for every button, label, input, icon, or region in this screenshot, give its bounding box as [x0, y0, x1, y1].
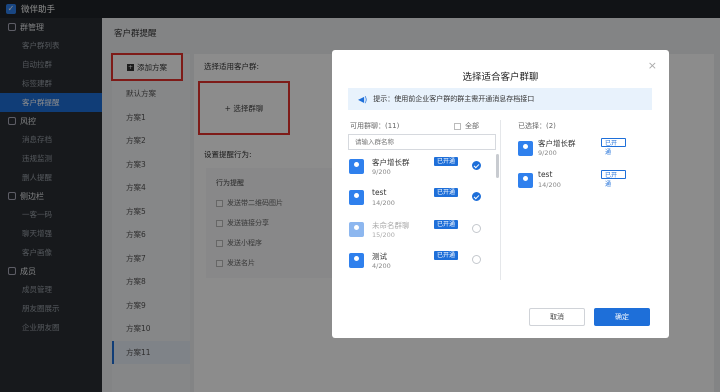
selected-count: 已选择：(2) — [518, 122, 556, 130]
check-icon[interactable] — [472, 161, 481, 170]
select-all-checkbox[interactable]: 全部 — [454, 121, 479, 131]
cancel-button[interactable]: 取消 — [529, 308, 585, 326]
modal-title: 选择适合客户群聊 — [462, 72, 539, 83]
radio-icon[interactable] — [472, 255, 481, 264]
tip-banner: ◀) 提示：使用前企业客户群的群主需开通消息存档接口 — [348, 88, 652, 110]
selected-group-item: test 14/200 已开通 — [516, 168, 626, 196]
select-groups-modal: 选择适合客户群聊 × ◀) 提示：使用前企业客户群的群主需开通消息存档接口 可用… — [332, 50, 669, 338]
status-badge: 已开通 — [434, 188, 459, 197]
status-badge: 已开通 — [434, 220, 459, 229]
available-count: 可用群聊：(11) — [350, 122, 400, 130]
divider — [500, 120, 501, 280]
group-avatar — [349, 222, 364, 237]
group-avatar — [518, 141, 533, 156]
group-list-item[interactable]: 未命名群聊 15/200 已开通 — [348, 217, 493, 245]
radio-icon[interactable] — [472, 224, 481, 233]
group-list-item[interactable]: 测试 4/200 已开通 — [348, 248, 493, 276]
selected-group-item: 客户增长群 9/200 已开通 — [516, 136, 626, 164]
status-badge: 已开通 — [601, 170, 626, 188]
scrollbar[interactable] — [496, 154, 499, 178]
status-badge: 已开通 — [434, 251, 459, 260]
group-avatar — [349, 253, 364, 268]
group-avatar — [518, 173, 533, 188]
check-icon[interactable] — [472, 192, 481, 201]
checkbox-icon — [454, 122, 461, 130]
group-avatar — [349, 190, 364, 205]
group-search-input[interactable] — [348, 134, 496, 150]
speaker-icon: ◀) — [358, 94, 368, 104]
status-badge: 已开通 — [601, 138, 626, 156]
status-badge: 已开通 — [434, 157, 459, 166]
confirm-button[interactable]: 确定 — [594, 308, 650, 326]
close-icon[interactable]: × — [648, 59, 657, 72]
group-list-item[interactable]: test 14/200 已开通 — [348, 185, 493, 213]
group-list-item[interactable]: 客户增长群 9/200 已开通 — [348, 154, 493, 182]
group-avatar — [349, 159, 364, 174]
